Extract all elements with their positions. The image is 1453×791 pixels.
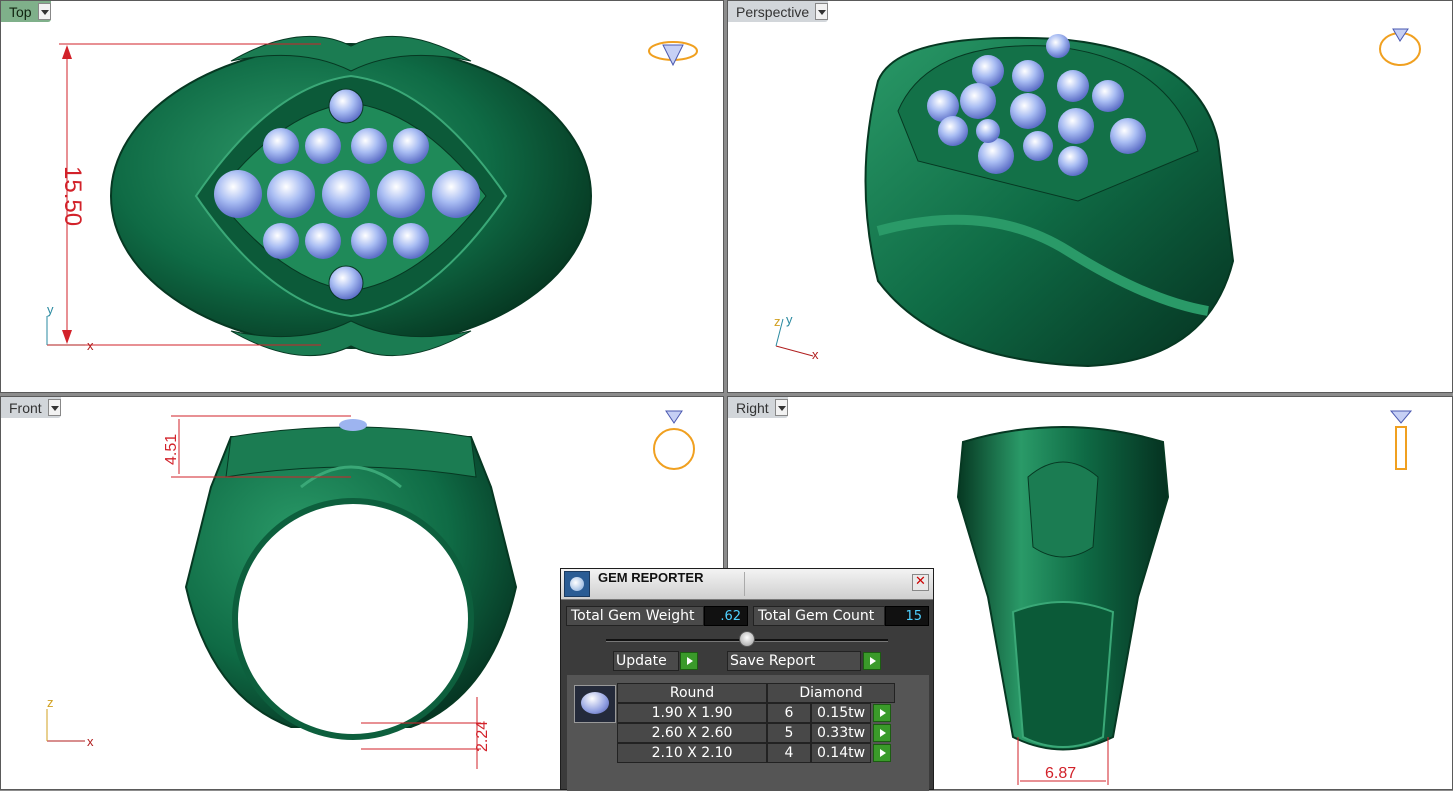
total-weight-label: Total Gem Weight xyxy=(566,606,704,626)
chevron-down-icon[interactable] xyxy=(815,3,829,20)
view-ring-icon[interactable] xyxy=(653,410,695,470)
top-view-render: 15.50 x y xyxy=(46,35,698,357)
chevron-down-icon[interactable] xyxy=(774,399,788,416)
panel-title: GEM REPORTER xyxy=(598,570,704,585)
axis-z-label: z xyxy=(774,314,781,329)
chevron-down-icon[interactable] xyxy=(47,399,61,416)
axis-y-label: y xyxy=(47,302,54,317)
total-count-value: 15 xyxy=(885,606,929,626)
update-label: Update xyxy=(616,653,667,669)
total-count-label: Total Gem Count xyxy=(753,606,885,626)
save-go-icon[interactable] xyxy=(863,652,881,670)
viewport-top[interactable]: 15.50 x y Top xyxy=(0,0,724,393)
tab-right[interactable]: Right xyxy=(728,397,788,418)
chevron-down-icon[interactable] xyxy=(37,3,51,20)
total-weight-value: .62 xyxy=(704,606,748,626)
gem-count: 6 xyxy=(767,703,811,723)
view-ring-icon[interactable] xyxy=(648,41,698,67)
axis-z-label: z xyxy=(47,695,54,710)
slider-handle[interactable] xyxy=(739,631,755,647)
header-shape: Round xyxy=(617,683,767,703)
view-ring-icon[interactable] xyxy=(1389,410,1413,470)
tab-perspective-label: Perspective xyxy=(736,3,810,20)
dimension-width-label: 6.87 xyxy=(1045,765,1076,782)
gem-reporter-panel[interactable]: GEM REPORTER ✕ Total Gem Weight .62 Tota… xyxy=(560,568,934,791)
gem-count: 5 xyxy=(767,723,811,743)
tab-perspective[interactable]: Perspective xyxy=(728,1,829,22)
gem-weight: 0.14tw xyxy=(811,743,871,763)
update-go-icon[interactable] xyxy=(680,652,698,670)
gem-reporter-icon xyxy=(564,571,590,597)
dimension-bottom-label: 2.24 xyxy=(474,721,491,752)
row-go-icon[interactable] xyxy=(873,704,891,722)
gem-size: 2.10 X 2.10 xyxy=(617,743,767,763)
gem-size: 1.90 X 1.90 xyxy=(617,703,767,723)
tab-front[interactable]: Front xyxy=(1,397,61,418)
dimension-top-label: 4.51 xyxy=(163,434,180,465)
axis-x-label: x xyxy=(87,338,94,353)
dimension-height-label: 15.50 xyxy=(59,166,86,226)
gem-weight: 0.33tw xyxy=(811,723,871,743)
tab-right-label: Right xyxy=(736,399,769,416)
gem-count: 4 xyxy=(767,743,811,763)
update-button[interactable]: Update xyxy=(613,651,679,671)
tab-top[interactable]: Top xyxy=(1,1,51,22)
axis-x-label: x xyxy=(87,734,94,749)
round-gem-icon xyxy=(574,685,616,723)
tab-front-label: Front xyxy=(9,399,42,416)
save-report-label: Save Report xyxy=(730,653,816,669)
viewport-perspective[interactable]: x z y Perspective xyxy=(727,0,1453,393)
row-go-icon[interactable] xyxy=(873,744,891,762)
close-icon[interactable]: ✕ xyxy=(912,574,929,591)
perspective-view-render: x z y xyxy=(774,28,1421,368)
gem-size: 2.60 X 2.60 xyxy=(617,723,767,743)
view-ring-icon[interactable] xyxy=(1379,28,1421,66)
header-material: Diamond xyxy=(767,683,895,703)
panel-titlebar[interactable]: GEM REPORTER ✕ xyxy=(561,569,933,600)
tab-top-label: Top xyxy=(9,3,32,20)
axis-y-label: y xyxy=(786,312,793,327)
save-report-button[interactable]: Save Report xyxy=(727,651,861,671)
gem-weight: 0.15tw xyxy=(811,703,871,723)
row-go-icon[interactable] xyxy=(873,724,891,742)
axis-x-label: x xyxy=(812,347,819,362)
